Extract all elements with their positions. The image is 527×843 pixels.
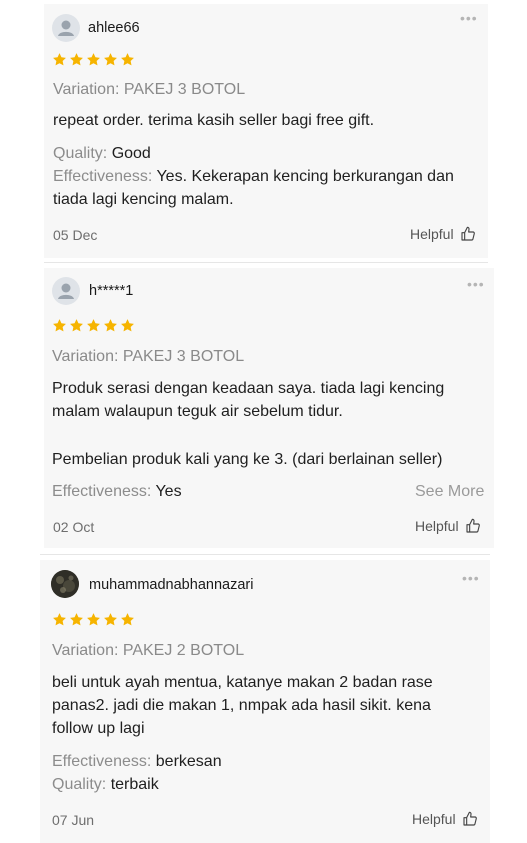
avatar[interactable] bbox=[51, 570, 79, 598]
review-comment-cont: follow up lagi bbox=[52, 720, 145, 737]
star-rating bbox=[52, 612, 135, 627]
quality-value: terbaik bbox=[110, 776, 159, 793]
review-comment-cont: Pembelian produk kali yang ke 3. (dari b… bbox=[52, 451, 443, 468]
more-dots-icon[interactable]: ••• bbox=[462, 570, 480, 586]
thumbs-up-icon bbox=[463, 811, 477, 826]
quality-row: Quality: terbaik bbox=[52, 773, 159, 796]
review-comment: Produk serasi dengan keadaan saya. tiada… bbox=[52, 380, 445, 397]
avatar[interactable] bbox=[52, 277, 80, 305]
thumbs-up-icon bbox=[466, 518, 480, 533]
review-comment-cont: malam walaupun teguk air sebelum tidur. bbox=[52, 403, 343, 420]
star-icon bbox=[53, 613, 66, 626]
user-avatar-icon bbox=[51, 570, 79, 598]
star-icon bbox=[70, 53, 83, 66]
helpful-label: Helpful bbox=[410, 226, 454, 242]
helpful-button[interactable]: Helpful bbox=[415, 518, 481, 534]
quality-label: Quality: bbox=[52, 776, 111, 793]
star-rating bbox=[52, 318, 135, 333]
star-icon bbox=[104, 613, 117, 626]
avatar[interactable] bbox=[52, 14, 80, 42]
quality-label: Quality: bbox=[53, 145, 112, 162]
review-comment: beli untuk ayah mentua, katanye makan 2 … bbox=[52, 674, 433, 691]
see-more-link[interactable]: See More bbox=[415, 483, 484, 501]
effectiveness-value: berkesan bbox=[155, 753, 222, 770]
more-dots-icon[interactable]: ••• bbox=[460, 10, 478, 26]
quality-value: Good bbox=[111, 145, 151, 162]
effectiveness-row: Effectiveness: Yes. Kekerapan kencing be… bbox=[53, 165, 454, 188]
variation-text: Variation: PAKEJ 2 BOTOL bbox=[52, 642, 245, 659]
more-dots-icon[interactable]: ••• bbox=[467, 276, 485, 292]
user-avatar-icon bbox=[58, 20, 74, 36]
review-comment: repeat order. terima kasih seller bagi f… bbox=[53, 112, 375, 129]
helpful-button[interactable]: Helpful bbox=[410, 226, 476, 242]
review-comment-cont: panas2. jadi die makan 1, nmpak ada hasi… bbox=[52, 697, 431, 714]
effectiveness-row: Effectiveness: Yes bbox=[52, 480, 182, 503]
star-icon bbox=[121, 319, 134, 332]
star-icon bbox=[53, 53, 66, 66]
effectiveness-label: Effectiveness: bbox=[52, 753, 156, 770]
review-date: 02 Oct bbox=[53, 519, 95, 535]
star-icon bbox=[121, 53, 134, 66]
review-date: 07 Jun bbox=[52, 812, 95, 828]
effectiveness-label: Effectiveness: bbox=[53, 168, 157, 185]
divider bbox=[40, 554, 490, 555]
username[interactable]: muhammadnabhannazari bbox=[89, 577, 253, 593]
helpful-label: Helpful bbox=[415, 518, 459, 534]
star-icon bbox=[104, 319, 117, 332]
effectiveness-label: Effectiveness: bbox=[52, 483, 156, 500]
star-icon bbox=[70, 319, 83, 332]
review-date: 05 Dec bbox=[53, 227, 98, 243]
quality-row: Quality: Good bbox=[53, 142, 151, 165]
star-icon bbox=[121, 613, 134, 626]
username[interactable]: ahlee66 bbox=[88, 20, 140, 36]
variation-text: Variation: PAKEJ 3 BOTOL bbox=[53, 81, 246, 98]
effectiveness-value-cont: tiada lagi kencing malam. bbox=[53, 191, 234, 208]
variation-text: Variation: PAKEJ 3 BOTOL bbox=[52, 348, 245, 365]
username[interactable]: h*****1 bbox=[89, 283, 133, 299]
thumbs-up-icon bbox=[461, 226, 475, 241]
star-icon bbox=[53, 319, 66, 332]
star-icon bbox=[87, 613, 100, 626]
star-icon bbox=[104, 53, 117, 66]
user-avatar-icon bbox=[58, 283, 74, 299]
helpful-label: Helpful bbox=[412, 811, 456, 827]
helpful-button[interactable]: Helpful bbox=[412, 811, 478, 827]
star-icon bbox=[70, 613, 83, 626]
effectiveness-row: Effectiveness: berkesan bbox=[52, 750, 222, 773]
star-icon bbox=[87, 53, 100, 66]
effectiveness-value: Yes. Kekerapan kencing berkurangan dan bbox=[156, 168, 454, 185]
divider bbox=[44, 262, 488, 263]
star-rating bbox=[52, 52, 135, 67]
star-icon bbox=[87, 319, 100, 332]
effectiveness-value: Yes bbox=[155, 483, 182, 500]
